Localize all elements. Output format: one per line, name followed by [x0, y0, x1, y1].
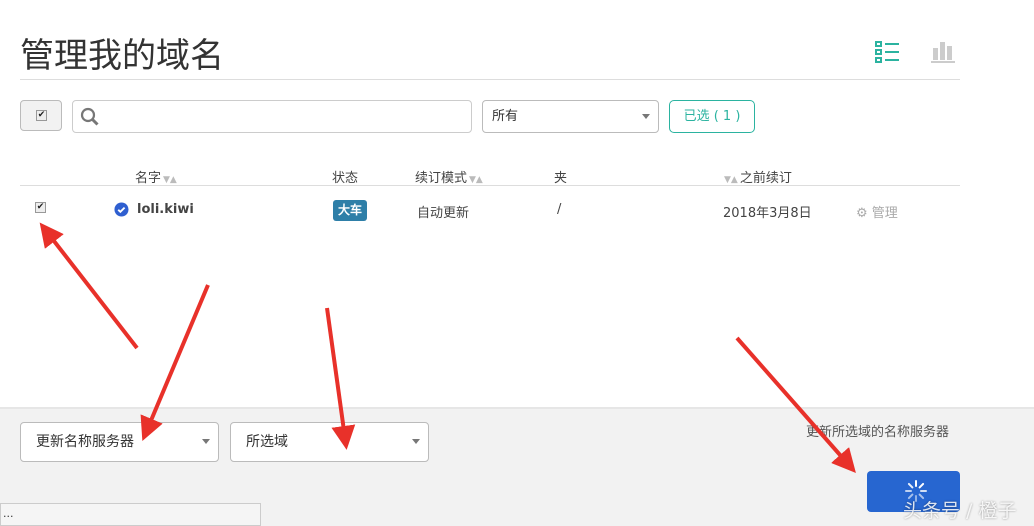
list-view-icon[interactable] [874, 40, 902, 64]
arrow-annotation [39, 222, 139, 350]
selected-count-button[interactable]: 已选 ( 1 ) [669, 100, 755, 133]
action-hint: 更新所选域的名称服务器 [806, 425, 950, 440]
search-icon [80, 107, 99, 126]
action-value: 更新名称服务器 [36, 434, 134, 450]
verified-icon [114, 202, 129, 217]
status-badge: 大车 [333, 200, 367, 221]
domain-name-link[interactable]: loli.kiwi [137, 202, 194, 217]
scope-value: 所选域 [246, 434, 288, 450]
action-select[interactable]: 更新名称服务器 [20, 422, 219, 462]
manage-link[interactable]: ⚙ 管理 [856, 202, 898, 221]
title-divider [20, 79, 960, 80]
header-renew-label: 续订模式 [415, 171, 468, 186]
manage-label: 管理 [871, 206, 898, 221]
header-prev-renew-label: 之前续订 [739, 171, 792, 186]
select-all-button[interactable]: ✔ [20, 100, 62, 131]
row-checkbox[interactable]: ✔ [35, 202, 46, 213]
chevron-down-icon [642, 113, 650, 119]
filter-select[interactable]: 所有 [482, 100, 659, 133]
scope-select[interactable]: 所选域 [230, 422, 429, 462]
header-divider [20, 185, 960, 186]
sort-icon[interactable]: ▼▲ [724, 175, 738, 185]
header-renew-mode[interactable]: 续订模式 ▼▲ [415, 167, 485, 186]
page-title: 管理我的域名 [20, 36, 224, 76]
folder: / [557, 202, 562, 217]
chart-view-icon[interactable] [929, 38, 957, 64]
sort-icon[interactable]: ▼▲ [163, 175, 177, 185]
header-name[interactable]: 名字 ▼▲ [135, 167, 179, 186]
renew-mode: 自动更新 [417, 206, 470, 221]
prev-renew-date: 2018年3月8日 [723, 206, 812, 221]
browser-status-bar: ... [0, 503, 261, 526]
chevron-down-icon [202, 439, 210, 444]
header-status: 状态 [332, 171, 359, 186]
gear-icon: ⚙ [856, 206, 868, 221]
select-all-checkbox[interactable]: ✔ [36, 110, 47, 121]
chevron-down-icon [412, 439, 420, 444]
search-input[interactable] [72, 100, 472, 133]
header-prev-renew[interactable]: ▼▲ 之前续订 [722, 167, 792, 186]
header-name-label: 名字 [135, 171, 162, 186]
watermark: 头条号 / 橙子 [903, 500, 1017, 522]
filter-value: 所有 [492, 109, 519, 124]
header-folder: 夹 [554, 171, 568, 186]
sort-icon[interactable]: ▼▲ [469, 175, 483, 185]
